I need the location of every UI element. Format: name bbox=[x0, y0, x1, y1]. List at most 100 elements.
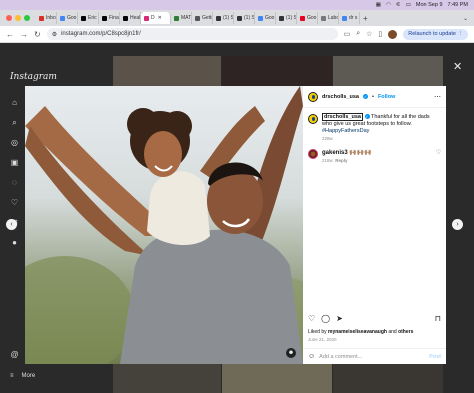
add-comment-input[interactable]: Add a comment... bbox=[319, 354, 362, 360]
tab-label: Labo bbox=[328, 15, 339, 21]
instagram-logo[interactable]: Instagram bbox=[10, 72, 57, 82]
home-icon[interactable]: ⌂ bbox=[10, 98, 19, 107]
add-comment-row: ☺ Add a comment... Post bbox=[303, 348, 446, 364]
close-tab-icon[interactable]: ✕ bbox=[158, 15, 162, 21]
address-bar[interactable]: ⚙ instagram.com/p/C8spc8jn1fr/ bbox=[46, 28, 338, 40]
liked-by-others[interactable]: others bbox=[398, 329, 413, 335]
browser-tab[interactable]: Goo bbox=[255, 12, 276, 24]
caption-avatar[interactable] bbox=[308, 114, 318, 124]
browser-tab[interactable]: Goo bbox=[297, 12, 318, 24]
tab-label: Inbo bbox=[46, 15, 56, 21]
reels-icon[interactable]: ▣ bbox=[10, 158, 19, 167]
link-icon bbox=[195, 15, 200, 21]
feed-tile bbox=[333, 364, 443, 393]
tab-search-chevron-icon[interactable]: ⌄ bbox=[463, 15, 468, 22]
tab-label: (1) S bbox=[244, 15, 255, 21]
liked-by-user[interactable]: mynameiseliseavanaugh bbox=[328, 329, 387, 335]
notifications-heart-icon[interactable]: ♡ bbox=[10, 198, 19, 207]
messages-icon[interactable]: ◌ bbox=[10, 178, 19, 187]
comment-like-heart-icon[interactable]: ♡ bbox=[436, 149, 441, 156]
tab-label: Fina bbox=[109, 15, 119, 21]
browser-tab[interactable]: MAT bbox=[171, 12, 192, 24]
profile-icon[interactable]: ● bbox=[10, 238, 19, 247]
square-icon bbox=[216, 15, 221, 21]
tab-label: Goo bbox=[67, 15, 77, 21]
profile-avatar[interactable] bbox=[388, 29, 398, 39]
relaunch-button[interactable]: Relaunch to update ⋮ bbox=[403, 28, 468, 40]
browser-tab[interactable]: Goo bbox=[57, 12, 78, 24]
browser-tab[interactable]: Eric bbox=[78, 12, 99, 24]
caption-username[interactable]: drscholls_usa bbox=[322, 113, 363, 121]
browser-tab[interactable]: D ✕ bbox=[141, 12, 171, 24]
feed-tile bbox=[113, 364, 221, 393]
author-avatar[interactable] bbox=[308, 91, 318, 102]
author-username[interactable]: drscholls_usa bbox=[322, 94, 359, 100]
battery-icon[interactable]: ▭ bbox=[406, 2, 411, 8]
next-post-chevron-icon[interactable]: › bbox=[452, 219, 463, 230]
wifi-icon[interactable]: ◠ bbox=[386, 2, 391, 8]
tab-label: (1) S bbox=[223, 15, 234, 21]
google-icon bbox=[342, 15, 347, 21]
zoom-icon[interactable]: ⌕ bbox=[356, 30, 360, 38]
menubar-grid-icon[interactable]: ▦ bbox=[376, 2, 381, 8]
relaunch-label: Relaunch to update bbox=[408, 31, 456, 37]
previous-post-chevron-icon[interactable]: ‹ bbox=[6, 219, 17, 230]
cast-icon[interactable]: ▭ bbox=[344, 30, 351, 38]
extensions-icon[interactable]: ▯ bbox=[378, 30, 382, 38]
browser-tab[interactable]: Fina bbox=[99, 12, 120, 24]
emoji-icon[interactable]: ☺ bbox=[308, 353, 315, 360]
browser-tab[interactable]: (1) S bbox=[213, 12, 234, 24]
comment-body: gakenis3 🙌🏽🙌🏽🙌🏽 218w Reply bbox=[322, 149, 432, 163]
address-toolbar: ← → ↻ ⚙ instagram.com/p/C8spc8jn1fr/ ▭ ⌕… bbox=[0, 26, 474, 43]
more-options-icon[interactable]: ⋯ bbox=[434, 93, 441, 101]
more-menu[interactable]: ≡ More bbox=[10, 373, 35, 379]
search-icon[interactable]: ⌕ bbox=[10, 118, 19, 127]
control-center-icon[interactable]: ⚟ bbox=[396, 2, 401, 8]
tab-label: D bbox=[151, 15, 155, 21]
browser-tab[interactable]: Labo bbox=[318, 12, 339, 24]
browser-tab[interactable]: (1) S bbox=[276, 12, 297, 24]
globe-icon bbox=[321, 15, 326, 21]
new-tab-button[interactable]: + bbox=[360, 14, 371, 23]
tab-label: MAT bbox=[181, 15, 192, 21]
browser-tab[interactable]: Inbo bbox=[36, 12, 57, 24]
zoom-window-button[interactable] bbox=[24, 15, 30, 21]
comment-timestamp[interactable]: 218w bbox=[322, 158, 333, 163]
verified-badge-icon: ✓ bbox=[363, 94, 368, 99]
post-date[interactable]: June 21, 2020 bbox=[308, 337, 337, 342]
url-text[interactable]: instagram.com/p/C8spc8jn1fr/ bbox=[61, 31, 141, 37]
like-heart-icon[interactable]: ♡ bbox=[308, 314, 315, 323]
reload-icon[interactable]: ↻ bbox=[34, 30, 41, 39]
menubar-time[interactable]: 7:49 PM bbox=[448, 2, 468, 8]
bookmark-star-icon[interactable]: ☆ bbox=[366, 30, 372, 38]
browser-tab[interactable]: dr s bbox=[339, 12, 360, 24]
post-image[interactable] bbox=[25, 86, 303, 364]
browser-tab[interactable]: Getti bbox=[192, 12, 213, 24]
menubar-date[interactable]: Mon Sep 9 bbox=[416, 2, 443, 8]
post-comment-button[interactable]: Post bbox=[429, 354, 441, 360]
tagged-users-icon[interactable]: ☻ bbox=[286, 348, 296, 358]
reply-link[interactable]: Reply bbox=[335, 158, 347, 163]
tab-label: (1) S bbox=[286, 15, 297, 21]
share-send-icon[interactable]: ➤ bbox=[336, 314, 343, 323]
square-icon bbox=[237, 15, 242, 21]
hamburger-icon: ≡ bbox=[10, 373, 14, 379]
forward-arrow-icon[interactable]: → bbox=[20, 30, 28, 39]
threads-icon[interactable]: @ bbox=[10, 350, 19, 359]
browser-tab[interactable]: (1) S bbox=[234, 12, 255, 24]
site-info-icon[interactable]: ⚙ bbox=[52, 31, 57, 38]
explore-icon[interactable]: ◎ bbox=[10, 138, 19, 147]
follow-button[interactable]: Follow bbox=[378, 94, 395, 100]
minimize-window-button[interactable] bbox=[15, 15, 21, 21]
save-bookmark-icon[interactable]: ⊓ bbox=[435, 314, 441, 323]
commenter-avatar[interactable] bbox=[308, 149, 318, 159]
close-window-button[interactable] bbox=[6, 15, 12, 21]
grid-icon bbox=[174, 15, 179, 21]
close-icon[interactable]: ✕ bbox=[453, 60, 462, 73]
commenter-username[interactable]: gakenis3 bbox=[322, 150, 348, 156]
comment-bubble-icon[interactable]: ◯ bbox=[321, 314, 330, 323]
browser-tab[interactable]: Heal bbox=[120, 12, 141, 24]
post-photo-illustration bbox=[25, 86, 303, 364]
back-arrow-icon[interactable]: ← bbox=[6, 30, 14, 39]
hashtag-link[interactable]: #HappyFathersDay bbox=[322, 128, 369, 134]
